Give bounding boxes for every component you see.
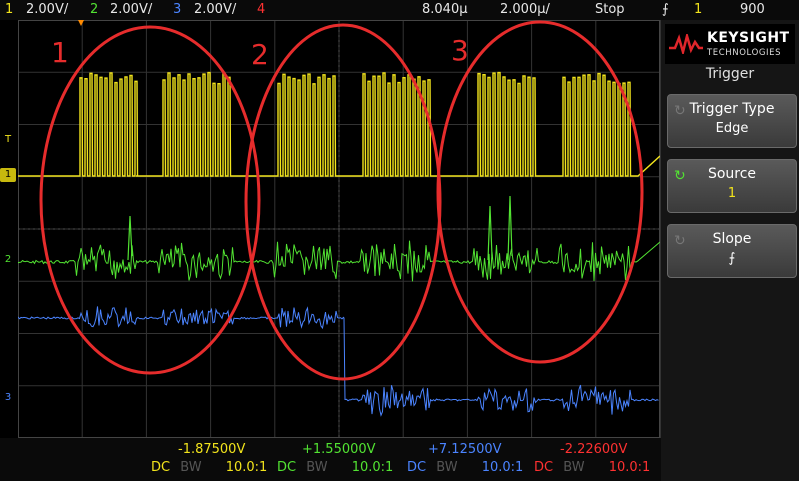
probe-ratio: 10.0:1 — [351, 460, 394, 475]
menu-title: Trigger — [705, 66, 755, 82]
trigger-type-softkey[interactable]: ↻ Trigger Type Edge — [667, 94, 797, 148]
softkey-label: Trigger Type — [689, 101, 775, 117]
probe-ratio: 10.0:1 — [225, 460, 268, 475]
run-state[interactable]: Stop — [595, 0, 625, 20]
ch4-offset[interactable]: -2.22600V — [560, 442, 627, 457]
probe-ratio: 10.0:1 — [608, 460, 651, 475]
ch2-scale[interactable]: 2.00V/ — [110, 0, 152, 20]
status-bar: 1 2.00V/ 2 2.00V/ 3 2.00V/ 4 8.040µ 2.00… — [0, 0, 799, 20]
coupling: DC — [277, 460, 297, 475]
graticule — [18, 20, 660, 438]
ch3-offset[interactable]: +7.12500V — [428, 442, 502, 457]
keysight-logo: KEYSIGHT TECHNOLOGIES — [665, 24, 795, 64]
coupling: DC — [534, 460, 554, 475]
trigger-source[interactable]: 1 — [694, 0, 702, 20]
bw-limit: BW — [180, 460, 202, 475]
ch2-number[interactable]: 2 — [90, 0, 98, 20]
ch4-number[interactable]: 4 — [257, 0, 265, 20]
annotation-ellipse-3 — [436, 20, 644, 364]
bw-limit: BW — [436, 460, 458, 475]
ch3-number[interactable]: 3 — [173, 0, 181, 20]
softkey-panel: KEYSIGHT TECHNOLOGIES Trigger ↻ Trigger … — [661, 20, 799, 481]
waveform-display[interactable]: 1 2 3 — [18, 20, 661, 438]
brand-subtitle: TECHNOLOGIES — [707, 48, 782, 58]
softkey-label: Slope — [712, 231, 752, 247]
ch1-settings[interactable]: DC BW 10.0:1 — [151, 460, 267, 475]
annotation-label-1: 1 — [51, 36, 69, 69]
coupling: DC — [407, 460, 427, 475]
ch1-offset[interactable]: -1.87500V — [178, 442, 245, 457]
bw-limit: BW — [563, 460, 585, 475]
falling-edge-icon: ⨍ — [662, 2, 669, 17]
trigger-level[interactable]: 900 — [740, 0, 765, 20]
softkey-value: 1 — [727, 186, 737, 201]
keysight-wave-icon — [669, 34, 703, 54]
slope-softkey[interactable]: ↻ Slope ⨍ — [667, 224, 797, 278]
annotation-label-2: 2 — [251, 38, 269, 71]
time-scale[interactable]: 2.000µ/ — [500, 0, 550, 20]
ch3-settings[interactable]: DC BW 10.0:1 — [407, 460, 523, 475]
probe-ratio: 10.0:1 — [481, 460, 524, 475]
bw-limit: BW — [306, 460, 328, 475]
ch2-spike — [127, 215, 133, 261]
brand-name: KEYSIGHT — [707, 30, 790, 46]
softkey-label: Source — [707, 166, 757, 182]
annotation-ellipse-1 — [39, 25, 261, 375]
falling-edge-icon: ⨍ — [728, 251, 736, 266]
ch1-number[interactable]: 1 — [5, 0, 13, 20]
annotation-label-3: 3 — [451, 34, 469, 67]
channel-info-bar: -1.87500V +1.55000V +7.12500V -2.22600V … — [0, 438, 661, 481]
ch2-ground-marker[interactable]: 2 — [0, 253, 16, 267]
ch3-ground-marker[interactable]: 3 — [0, 391, 16, 405]
ch1-ground-marker[interactable]: 1 — [0, 168, 16, 182]
ch2-spike — [487, 195, 513, 261]
softkey-value: Edge — [715, 121, 749, 136]
trigger-level-marker[interactable]: T — [0, 133, 16, 147]
ch3-trace — [18, 306, 659, 417]
ch4-settings[interactable]: DC BW 10.0:1 — [534, 460, 650, 475]
ch2-settings[interactable]: DC BW 10.0:1 — [277, 460, 393, 475]
ch1-scale[interactable]: 2.00V/ — [26, 0, 68, 20]
trigger-position-marker — [78, 20, 84, 26]
coupling: DC — [151, 460, 171, 475]
time-delay[interactable]: 8.040µ — [422, 0, 468, 20]
source-softkey[interactable]: ↻ Source 1 — [667, 159, 797, 213]
ch2-offset[interactable]: +1.55000V — [302, 442, 376, 457]
ch3-scale[interactable]: 2.00V/ — [194, 0, 236, 20]
